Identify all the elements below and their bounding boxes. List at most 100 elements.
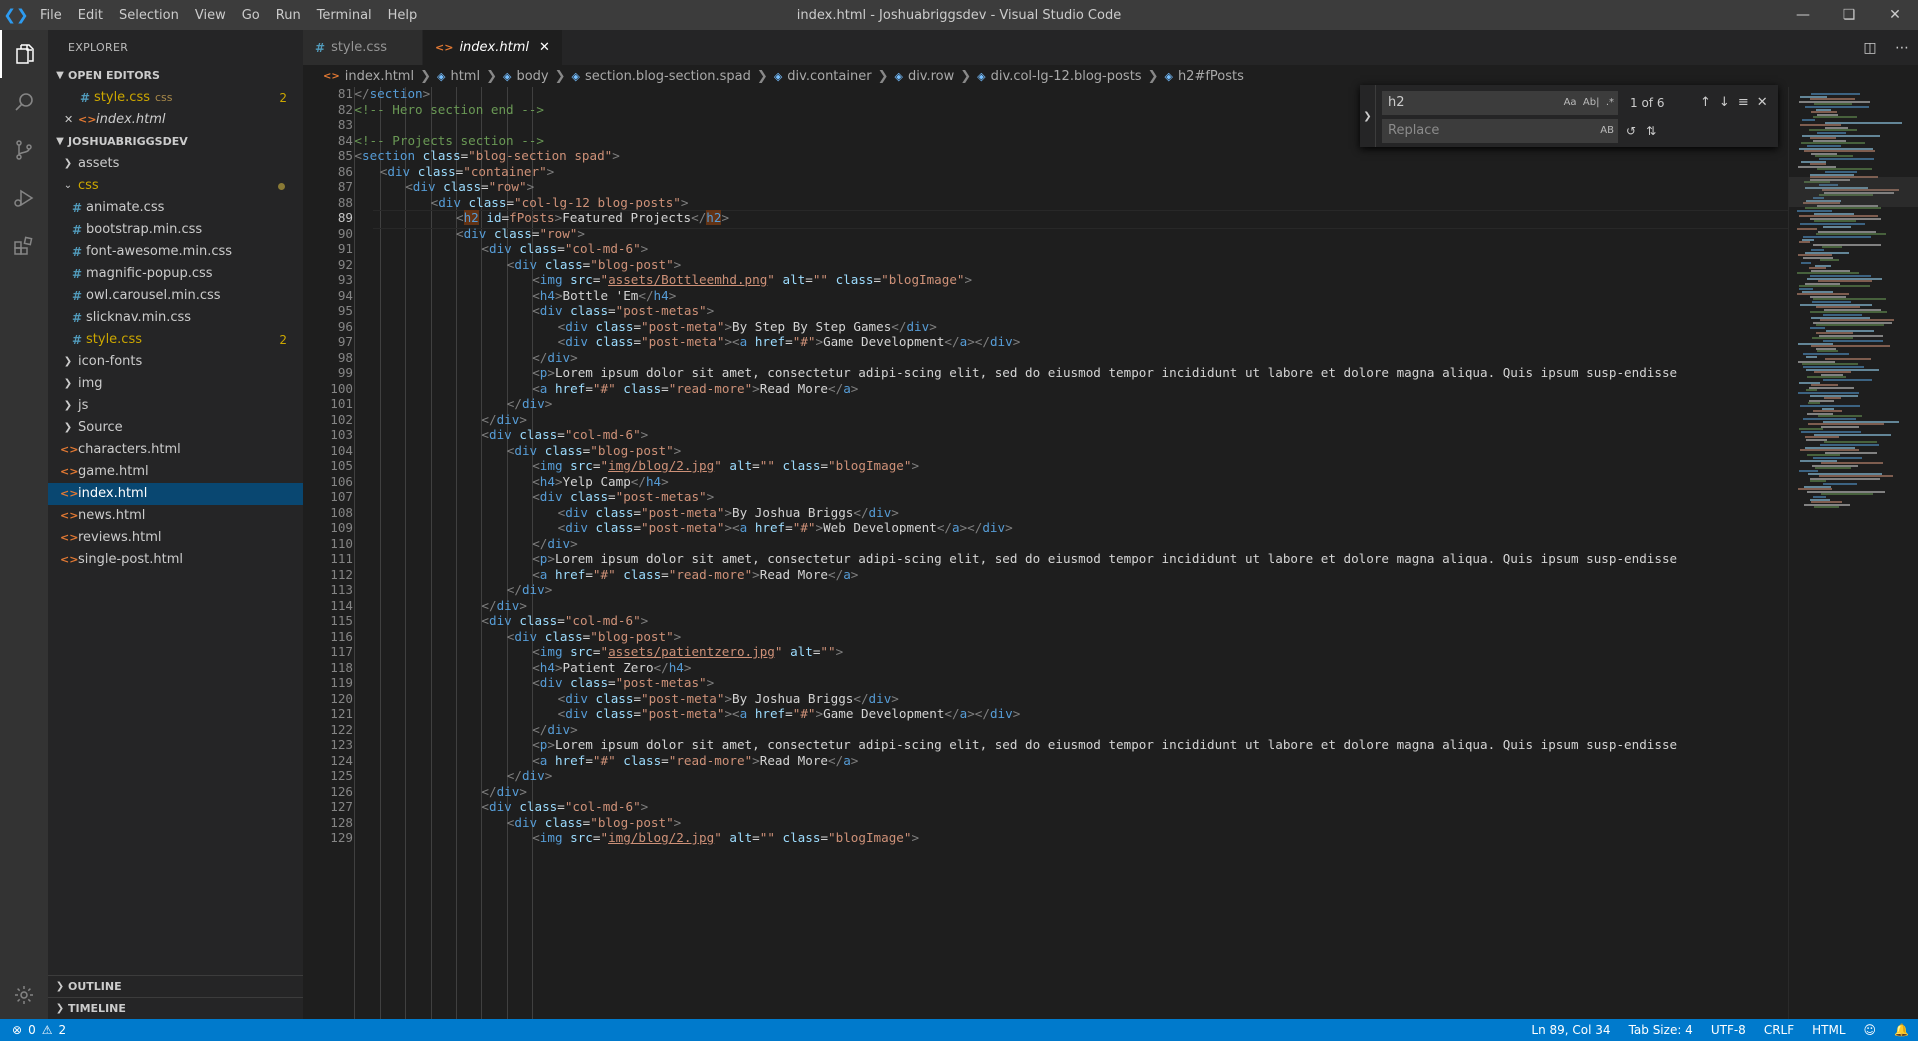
code-line[interactable]: </div> [532,722,578,738]
folder-item-img[interactable]: ❯ img [48,373,303,395]
code-line[interactable]: <div class="post-metas"> [532,303,714,319]
code-line[interactable]: <div class="blog-post"> [507,629,681,645]
code-line[interactable]: <!-- Hero section end --> [354,102,544,118]
timeline-section[interactable]: ❯ TIMELINE [48,997,303,1019]
tab-index-html[interactable]: <> index.html ✕ [423,30,563,65]
menu-go[interactable]: Go [234,8,268,23]
code-line[interactable]: <img src="img/blog/2.jpg" alt="" class="… [532,830,919,846]
code-line[interactable]: <div class="post-metas"> [532,489,714,505]
file-item-owl-carousel-min-css[interactable]: # owl.carousel.min.css [48,285,303,307]
file-item-news-html[interactable]: <> news.html [48,505,303,527]
file-item-magnific-popup-css[interactable]: # magnific-popup.css [48,263,303,285]
code-line[interactable]: <img src="img/blog/2.jpg" alt="" class="… [532,458,919,474]
close-icon[interactable]: ✕ [1872,0,1918,30]
file-item-single-post-html[interactable]: <> single-post.html [48,549,303,571]
preserve-case-icon[interactable]: AB [1600,119,1614,143]
code-line[interactable]: <!-- Projects section --> [354,133,544,149]
folder-item-css[interactable]: ⌄ css [48,175,303,197]
code-line[interactable]: <p>Lorem ipsum dolor sit amet, consectet… [532,737,1677,753]
file-item-animate-css[interactable]: # animate.css [48,197,303,219]
code-line[interactable]: </div> [481,784,527,800]
menu-edit[interactable]: Edit [70,8,111,23]
find-input[interactable]: h2 Aa Ab| .* [1382,91,1618,115]
code-line[interactable]: </div> [481,412,527,428]
code-line[interactable]: </div> [532,350,578,366]
minimize-icon[interactable]: — [1780,0,1826,30]
breadcrumb-item[interactable]: div.container [787,69,871,84]
code-line[interactable]: <div class="container"> [380,164,554,180]
close-icon[interactable]: ✕ [64,109,78,131]
source-control-icon[interactable] [0,126,48,174]
code-line[interactable]: </div> [507,582,553,598]
replace-all-icon[interactable]: ⇅ [1646,119,1656,143]
menu-view[interactable]: View [187,8,234,23]
code-line[interactable]: <img src="assets/patientzero.jpg" alt=""… [532,644,843,660]
menu-selection[interactable]: Selection [111,8,187,23]
whole-word-icon[interactable]: Ab| [1583,97,1600,108]
language-mode[interactable]: HTML [1803,1023,1854,1037]
explorer-icon[interactable] [0,30,48,78]
code-line[interactable]: <div class="col-lg-12 blog-posts"> [431,195,689,211]
breadcrumb-item[interactable]: html [450,69,480,84]
code-line[interactable]: <div class="blog-post"> [507,257,681,273]
code-line[interactable]: <a href="#" class="read-more">Read More<… [532,381,858,397]
line-ending[interactable]: CRLF [1755,1023,1803,1037]
feedback-icon[interactable]: ☺ [1855,1023,1886,1037]
open-editors-section[interactable]: ▼ OPEN EDITORS [48,65,303,87]
code-line[interactable]: <p>Lorem ipsum dolor sit amet, consectet… [532,365,1677,381]
code-line[interactable]: <h4>Patient Zero</h4> [532,660,691,676]
open-editor-item[interactable]: # style.css css 2 [48,87,303,109]
menu-terminal[interactable]: Terminal [309,8,380,23]
code-line[interactable]: <div class="col-md-6"> [481,799,648,815]
code-line[interactable]: <div class="post-meta">By Joshua Briggs<… [558,691,899,707]
split-editor-icon[interactable]: ◫ [1854,40,1886,56]
code-line[interactable]: </div> [507,768,553,784]
search-icon[interactable] [0,78,48,126]
code-line[interactable]: <div class="post-meta"><a href="#">Game … [558,334,1021,350]
code-line[interactable]: <div class="blog-post"> [507,443,681,459]
replace-icon[interactable]: ↺ [1626,119,1636,143]
file-item-slicknav-min-css[interactable]: # slicknav.min.css [48,307,303,329]
minimap[interactable] [1788,87,1918,1019]
code-line[interactable]: <div class="post-meta">By Joshua Briggs<… [558,505,899,521]
find-in-selection-icon[interactable]: ≡ [1738,91,1749,115]
code-line[interactable]: <h4>Yelp Camp</h4> [532,474,669,490]
file-item-index-html[interactable]: <> index.html [48,483,303,505]
restore-icon[interactable]: ❏ [1826,0,1872,30]
next-match-icon[interactable]: ↓ [1719,91,1730,115]
extensions-icon[interactable] [0,222,48,270]
cursor-position[interactable]: Ln 89, Col 34 [1522,1023,1619,1037]
notifications-icon[interactable]: 🔔 [1885,1023,1918,1037]
file-item-bootstrap-min-css[interactable]: # bootstrap.min.css [48,219,303,241]
code-editor[interactable]: 81 </section> 82 <!-- Hero section end --> 8… [303,87,1788,1019]
code-line[interactable]: <div class="post-metas"> [532,675,714,691]
folder-item-icon-fonts[interactable]: ❯ icon-fonts [48,351,303,373]
code-line[interactable]: <div class="row"> [405,179,534,195]
tab-style-css[interactable]: # style.css [303,30,423,65]
regex-icon[interactable]: .* [1606,97,1614,108]
code-line[interactable]: </div> [507,396,553,412]
code-line[interactable]: </div> [481,598,527,614]
file-item-style-css[interactable]: # style.css 2 [48,329,303,351]
menu-file[interactable]: File [32,8,70,23]
code-line[interactable]: <div class="col-md-6"> [481,427,648,443]
close-tab-icon[interactable]: ✕ [529,40,550,55]
code-line[interactable]: <h2 id=fPosts>Featured Projects</h2> [456,210,729,226]
file-item-characters-html[interactable]: <> characters.html [48,439,303,461]
folder-item-assets[interactable]: ❯ assets [48,153,303,175]
menu-run[interactable]: Run [268,8,309,23]
folder-item-source[interactable]: ❯ Source [48,417,303,439]
code-line[interactable]: <div class="post-meta">By Step By Step G… [558,319,937,335]
breadcrumb-item[interactable]: div.col-lg-12.blog-posts [991,69,1142,84]
code-line[interactable]: <div class="blog-post"> [507,815,681,831]
code-line[interactable]: <div class="col-md-6"> [481,613,648,629]
code-line[interactable]: <div class="col-md-6"> [481,241,648,257]
menu-help[interactable]: Help [380,8,426,23]
breadcrumb-item[interactable]: index.html [345,69,414,84]
code-line[interactable]: <a href="#" class="read-more">Read More<… [532,753,858,769]
folder-item-js[interactable]: ❯ js [48,395,303,417]
toggle-replace-icon[interactable]: ❯ [1360,85,1376,147]
file-item-reviews-html[interactable]: <> reviews.html [48,527,303,549]
encoding[interactable]: UTF-8 [1702,1023,1755,1037]
settings-gear-icon[interactable] [0,971,48,1019]
